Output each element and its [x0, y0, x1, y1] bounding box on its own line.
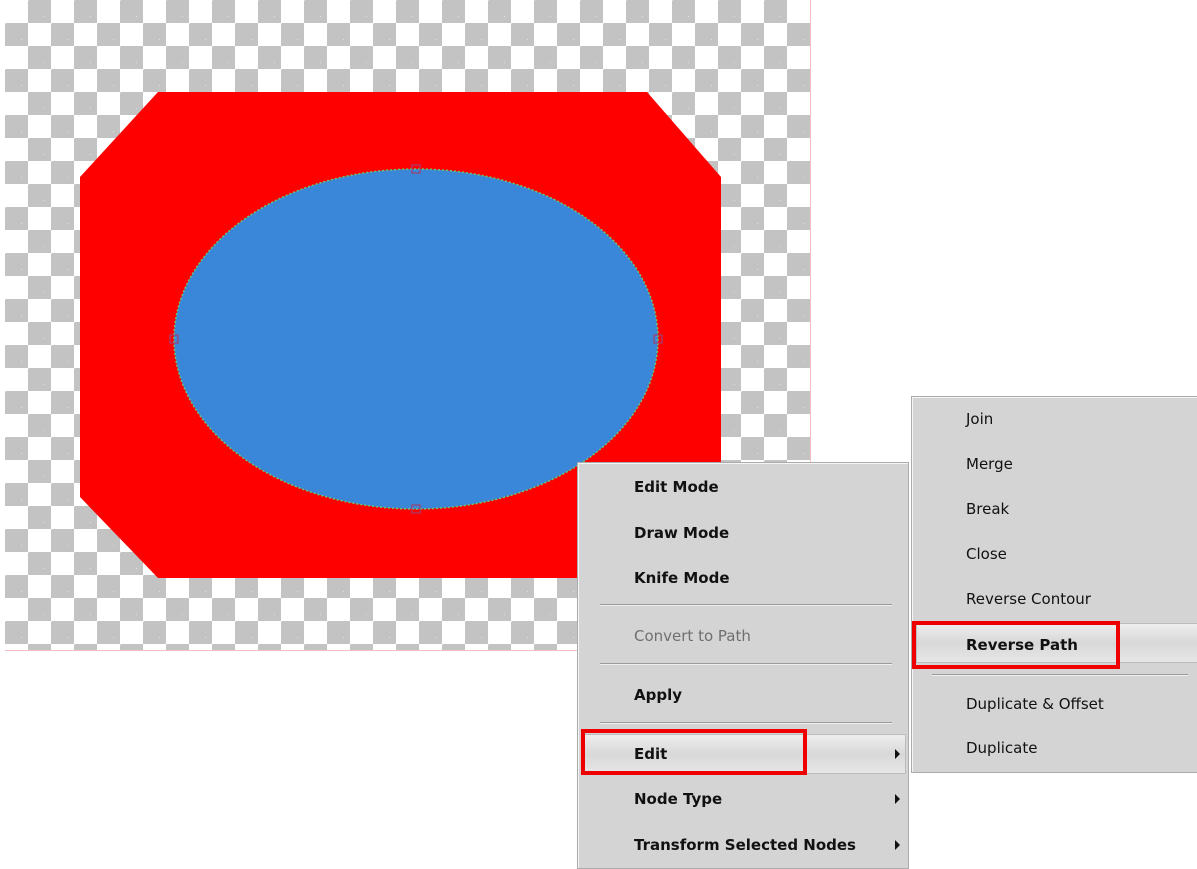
menu-item-knife-mode[interactable]: Knife Mode — [582, 568, 904, 588]
menu-item-edit-mode[interactable]: Edit Mode — [582, 477, 904, 497]
submenu-arrow-icon — [895, 794, 900, 804]
menu-item-duplicate[interactable]: Duplicate — [916, 738, 1194, 758]
submenu-arrow-icon — [895, 840, 900, 850]
menu-item-duplicate-offset[interactable]: Duplicate & Offset — [916, 694, 1194, 714]
menu-item-transform-selected-nodes[interactable]: Transform Selected Nodes — [582, 835, 904, 855]
menu-item-apply[interactable]: Apply — [582, 685, 904, 705]
edit-submenu: Join Merge Break Close Reverse Contour R… — [911, 396, 1197, 773]
menu-separator — [600, 604, 892, 606]
menu-item-node-type-label: Node Type — [634, 790, 723, 808]
blue-ellipse-shape[interactable] — [173, 168, 659, 510]
menu-item-draw-mode[interactable]: Draw Mode — [582, 523, 904, 543]
menu-item-merge[interactable]: Merge — [916, 454, 1194, 474]
menu-separator — [600, 722, 892, 724]
submenu-arrow-icon — [895, 749, 900, 759]
menu-item-close[interactable]: Close — [916, 544, 1194, 564]
menu-item-join[interactable]: Join — [916, 409, 1194, 429]
menu-item-convert-to-path[interactable]: Convert to Path — [582, 626, 904, 646]
menu-item-reverse-contour[interactable]: Reverse Contour — [916, 589, 1194, 609]
menu-item-node-type[interactable]: Node Type — [582, 789, 904, 809]
menu-item-transform-label: Transform Selected Nodes — [634, 836, 856, 854]
menu-item-break[interactable]: Break — [916, 499, 1194, 519]
callout-reverse-path — [912, 621, 1120, 669]
node-context-menu: Edit Mode Draw Mode Knife Mode Convert t… — [577, 462, 909, 869]
callout-edit — [581, 729, 807, 775]
menu-separator — [600, 663, 892, 665]
submenu-separator — [932, 674, 1188, 676]
